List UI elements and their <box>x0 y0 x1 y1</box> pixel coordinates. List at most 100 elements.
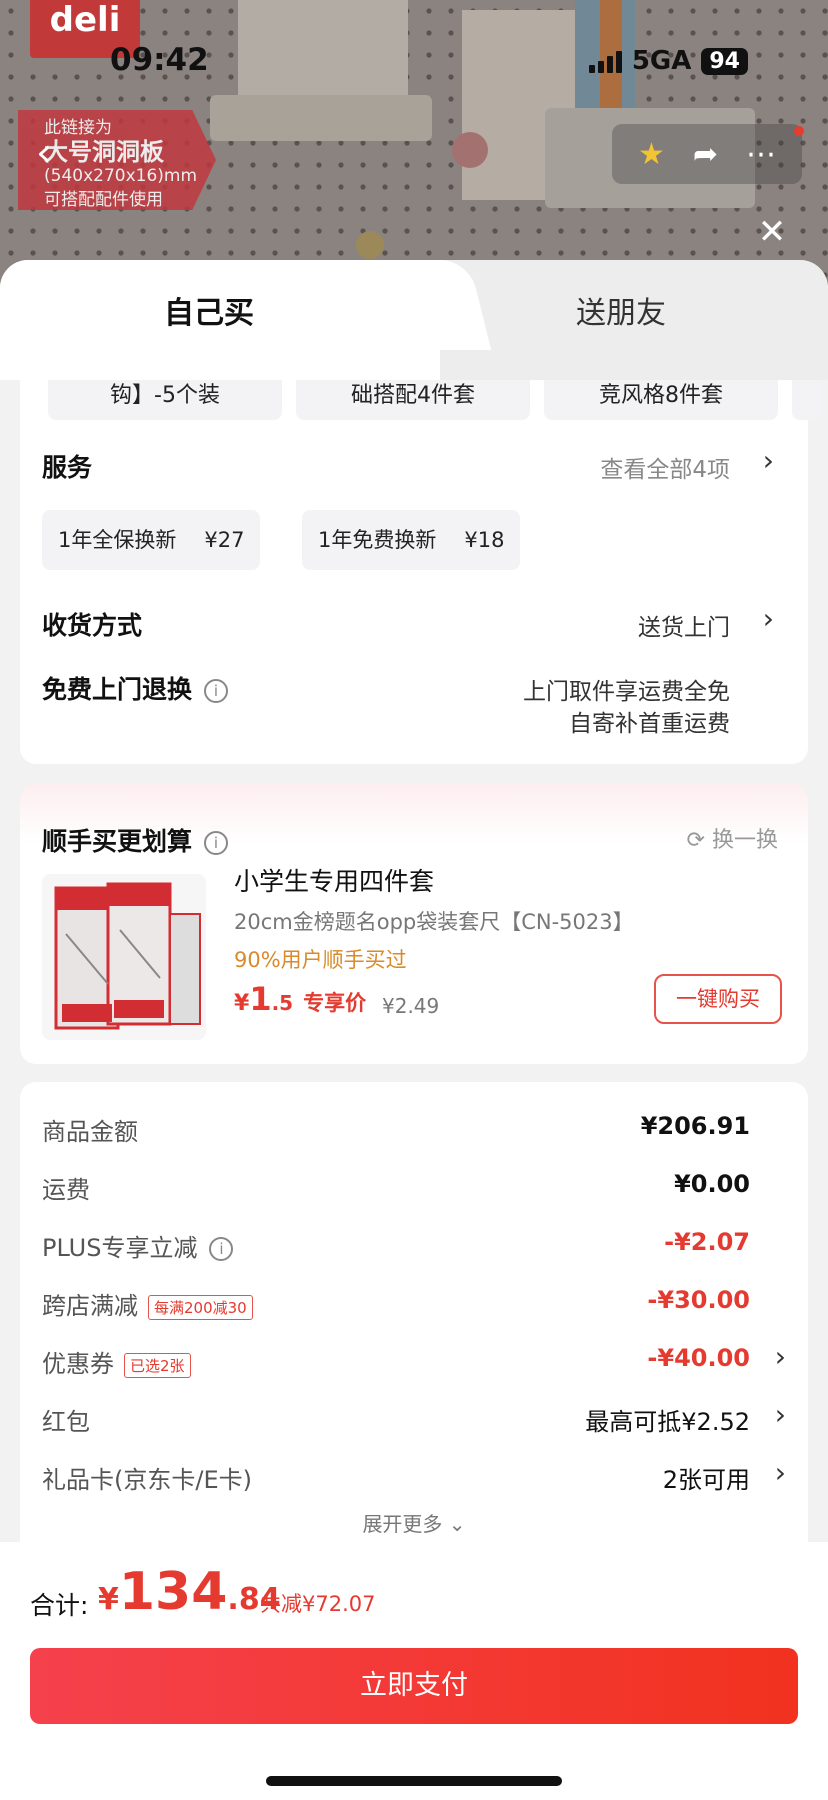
add-on-card: 顺手买更划算 i ⟳ 换一换 小学生专用四件套 20cm金榜题名opp袋装套尺【C… <box>20 784 808 1064</box>
summary-label-text: 跨店满减 <box>42 1292 138 1320</box>
info-icon[interactable]: i <box>204 679 229 703</box>
promo-line-4: 可搭配配件使用 <box>44 190 163 210</box>
summary-label-text: 优惠券 <box>42 1350 114 1378</box>
free-return-desc-2: 自寄补首重运费 <box>569 711 730 737</box>
service-option[interactable]: 1年全保换新 ¥27 <box>42 510 261 570</box>
variant-chip[interactable]: 竞风格8件套 <box>544 380 778 420</box>
star-icon[interactable]: ★ <box>638 137 665 172</box>
variant-chip[interactable]: 础搭配4件套 <box>296 380 530 420</box>
service-option-price: ¥27 <box>204 528 245 552</box>
summary-shipping-row: 运费 ¥0.00 <box>42 1164 786 1204</box>
variant-chip[interactable] <box>792 380 822 420</box>
promo-line-1: 此链接为 <box>44 118 112 138</box>
expand-more-label: 展开更多 <box>362 1512 443 1536</box>
total-savings: 共减¥72.07 <box>260 1592 376 1616</box>
price-currency: ¥ <box>234 991 250 1016</box>
add-on-old-price: ¥2.49 <box>382 994 440 1018</box>
price-integer: 1 <box>249 980 272 1018</box>
total-currency: ¥ <box>98 1582 119 1617</box>
status-indicators: 5GA 94 <box>588 46 748 76</box>
add-on-product-tag: 90%用户顺手买过 <box>234 948 407 972</box>
total-price: ¥134.84 <box>98 1562 281 1622</box>
expand-more-button[interactable]: 展开更多 ⌄ <box>20 1508 808 1537</box>
summary-label: 跨店满减 每满200减30 <box>42 1286 253 1321</box>
notification-dot <box>794 126 804 136</box>
summary-label: 优惠券 已选2张 <box>42 1344 191 1379</box>
variant-chips: 钩】-5个装 础搭配4件套 竞风格8件套 <box>48 380 822 420</box>
promo-tag: 已选2张 <box>124 1352 191 1378</box>
free-return-text: 免费上门退换 <box>42 675 193 704</box>
summary-label-text: PLUS专享立减 <box>42 1234 198 1262</box>
service-see-all[interactable]: 查看全部4项 <box>600 450 730 484</box>
close-icon[interactable]: ✕ <box>752 212 792 252</box>
checkout-footer: 合计: ¥134.84 共减¥72.07 立即支付 <box>0 1542 828 1800</box>
add-on-title: 顺手买更划算 i <box>42 822 229 858</box>
summary-cross-store-row[interactable]: 跨店满减 每满200减30 -¥30.00 <box>42 1280 786 1320</box>
summary-value: -¥30.00 <box>647 1286 750 1314</box>
summary-value: ¥0.00 <box>674 1170 750 1198</box>
ruler-set-image <box>54 882 201 1030</box>
one-click-buy-button[interactable]: 一键购买 <box>654 974 782 1024</box>
service-option-name: 1年全保换新 <box>58 528 177 552</box>
summary-label: PLUS专享立减 i <box>42 1228 234 1263</box>
summary-value: -¥40.00 <box>647 1344 750 1372</box>
promo-tag: 每满200减30 <box>148 1294 253 1320</box>
status-time: 09:42 <box>110 42 209 78</box>
summary-label: 商品金额 <box>42 1118 138 1146</box>
total-label: 合计: <box>30 1591 89 1620</box>
pay-now-button[interactable]: 立即支付 <box>30 1648 798 1724</box>
chevron-right-icon[interactable]: › <box>775 1456 786 1489</box>
summary-value: 最高可抵¥2.52 <box>585 1408 750 1436</box>
more-icon[interactable]: ⋯ <box>746 137 776 172</box>
summary-value: ¥206.91 <box>640 1112 750 1140</box>
summary-red-packet-row[interactable]: 红包 最高可抵¥2.52 › <box>42 1396 786 1436</box>
refresh-icon: ⟳ <box>686 828 705 853</box>
info-icon[interactable]: i <box>204 831 229 855</box>
header-actions: ★ ➦ ⋯ <box>612 124 802 184</box>
summary-gift-card-row[interactable]: 礼品卡(京东卡/E卡) 2张可用 › <box>42 1454 786 1494</box>
total-integer: 134 <box>118 1562 228 1622</box>
delivery-value[interactable]: 送货上门 <box>638 608 730 642</box>
summary-plus-row: PLUS专享立减 i -¥2.07 <box>42 1222 786 1262</box>
service-option-name: 1年免费换新 <box>318 528 437 552</box>
share-icon[interactable]: ➦ <box>693 137 718 172</box>
summary-value: -¥2.07 <box>664 1228 750 1256</box>
add-on-title-text: 顺手买更划算 <box>42 827 193 856</box>
chevron-right-icon[interactable]: › <box>775 1340 786 1373</box>
chevron-right-icon[interactable]: › <box>763 444 774 477</box>
summary-label: 运费 <box>42 1176 90 1204</box>
swap-button[interactable]: ⟳ 换一换 <box>687 822 778 854</box>
add-on-product-subtitle: 20cm金榜题名opp袋装套尺【CN-5023】 <box>234 910 634 934</box>
home-indicator <box>266 1776 562 1786</box>
summary-label: 礼品卡(京东卡/E卡) <box>42 1466 252 1494</box>
chevron-down-icon: ⌄ <box>448 1512 466 1536</box>
add-on-product-price: ¥1.5 专享价 <box>234 980 366 1018</box>
options-card: 钩】-5个装 础搭配4件套 竞风格8件套 服务 查看全部4项 › 1年全保换新 ¥… <box>20 380 822 764</box>
free-return-label: 免费上门退换 i <box>42 670 229 706</box>
variant-chip[interactable]: 钩】-5个装 <box>48 380 282 420</box>
tab-gift-friend[interactable]: 送朋友 <box>576 288 666 332</box>
summary-value: 2张可用 <box>662 1466 750 1494</box>
add-on-product-title[interactable]: 小学生专用四件套 <box>234 862 434 898</box>
chevron-right-icon[interactable]: › <box>763 602 774 635</box>
add-on-product-image[interactable] <box>42 874 206 1040</box>
service-label: 服务 <box>42 453 93 482</box>
delivery-label: 收货方式 <box>42 611 143 640</box>
service-option-price: ¥18 <box>464 528 505 552</box>
signal-icon <box>588 49 622 73</box>
chevron-right-icon[interactable]: › <box>775 1398 786 1431</box>
info-icon[interactable]: i <box>209 1237 234 1261</box>
price-decimal: .5 <box>271 991 294 1015</box>
summary-coupon-row[interactable]: 优惠券 已选2张 -¥40.00 › <box>42 1338 786 1378</box>
promo-line-2: 大号洞洞板 <box>44 138 164 166</box>
promo-line-3: (540x270x16)mm <box>44 166 198 186</box>
tab-self-buy[interactable]: 自己买 <box>164 288 254 332</box>
price-label: 专享价 <box>303 991 367 1015</box>
summary-label: 红包 <box>42 1408 90 1436</box>
battery-icon: 94 <box>701 47 748 75</box>
summary-goods-row: 商品金额 ¥206.91 <box>42 1106 786 1146</box>
free-return-desc-1: 上门取件享运费全免 <box>523 679 730 705</box>
back-arrow-icon[interactable]: ‹ <box>36 130 52 176</box>
swap-label: 换一换 <box>711 828 778 853</box>
service-option[interactable]: 1年免费换新 ¥18 <box>302 510 521 570</box>
